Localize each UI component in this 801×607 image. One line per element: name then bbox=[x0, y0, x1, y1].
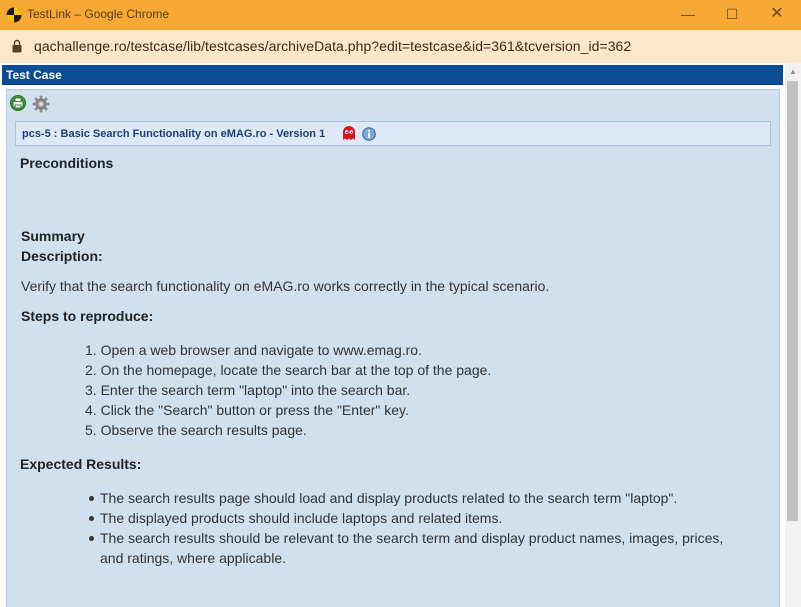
export-icon[interactable] bbox=[9, 94, 27, 112]
settings-icon[interactable] bbox=[32, 95, 50, 113]
testcase-title-bar: pcs-5 : Basic Search Functionality on eM… bbox=[15, 121, 771, 146]
bullet-icon bbox=[89, 516, 94, 521]
window-title: TestLink – Google Chrome bbox=[27, 7, 170, 21]
window-titlebar: TestLink – Google Chrome — ☐ ✕ bbox=[0, 0, 801, 30]
page-viewport: Test Case ▲ pcs-5: Basic Search Functio… bbox=[0, 63, 801, 607]
address-bar[interactable]: qachallenge.ro/testcase/lib/testcases/ar… bbox=[0, 30, 801, 63]
expected-item-1: The search results page should load and … bbox=[100, 490, 678, 506]
step-text: Click the "Search" button or press the "… bbox=[100, 402, 409, 418]
scrollbar-thumb[interactable] bbox=[787, 81, 798, 521]
summary-label: Summary bbox=[21, 228, 85, 244]
step-item-1: 1. Open a web browser and navigate to ww… bbox=[85, 342, 422, 358]
step-item-3: 3. Enter the search term "laptop" into t… bbox=[85, 382, 411, 398]
close-button[interactable]: ✕ bbox=[766, 4, 788, 24]
app-icon bbox=[6, 7, 22, 23]
ghost-icon[interactable] bbox=[342, 126, 356, 141]
expected-item-3-continued: and ratings, where applicable. bbox=[100, 550, 287, 566]
step-item-2: 2. On the homepage, locate the search ba… bbox=[85, 362, 492, 378]
step-item-4: 4. Click the "Search" button or press th… bbox=[85, 402, 409, 418]
section-header-title: Test Case bbox=[6, 68, 62, 82]
expected-item-2: The displayed products should include la… bbox=[100, 510, 503, 526]
step-text: Open a web browser and navigate to www.e… bbox=[100, 342, 422, 358]
expected-results-label: Expected Results: bbox=[20, 456, 142, 472]
step-text: Observe the search results page. bbox=[100, 422, 307, 438]
vertical-scrollbar[interactable]: ▲ bbox=[785, 63, 801, 607]
lock-icon bbox=[12, 39, 22, 53]
testcase-title: pcs-5 : Basic Search Functionality on eM… bbox=[22, 128, 326, 140]
bullet-icon bbox=[89, 496, 94, 501]
expected-item-3: The search results should be relevant to… bbox=[100, 530, 724, 546]
maximize-button[interactable]: ☐ bbox=[721, 4, 743, 24]
url-text[interactable]: qachallenge.ro/testcase/lib/testcases/ar… bbox=[34, 38, 631, 54]
description-label: Description: bbox=[21, 248, 103, 264]
preconditions-label: Preconditions bbox=[20, 155, 114, 171]
step-text: Enter the search term "laptop" into the … bbox=[100, 382, 411, 398]
scroll-up-arrow-icon[interactable]: ▲ bbox=[785, 65, 801, 79]
testcase-panel: pcs-5 : Basic Search Functionality on eM… bbox=[6, 89, 780, 607]
section-header: Test Case bbox=[2, 65, 783, 85]
info-icon[interactable] bbox=[362, 127, 376, 141]
step-text: On the homepage, locate the search bar a… bbox=[100, 362, 492, 378]
bullet-icon bbox=[89, 536, 94, 541]
description-text: Verify that the search functionality on … bbox=[21, 278, 550, 294]
minimize-button[interactable]: — bbox=[677, 4, 699, 24]
step-item-5: 5. Observe the search results page. bbox=[85, 422, 307, 438]
steps-label: Steps to reproduce: bbox=[21, 308, 154, 324]
